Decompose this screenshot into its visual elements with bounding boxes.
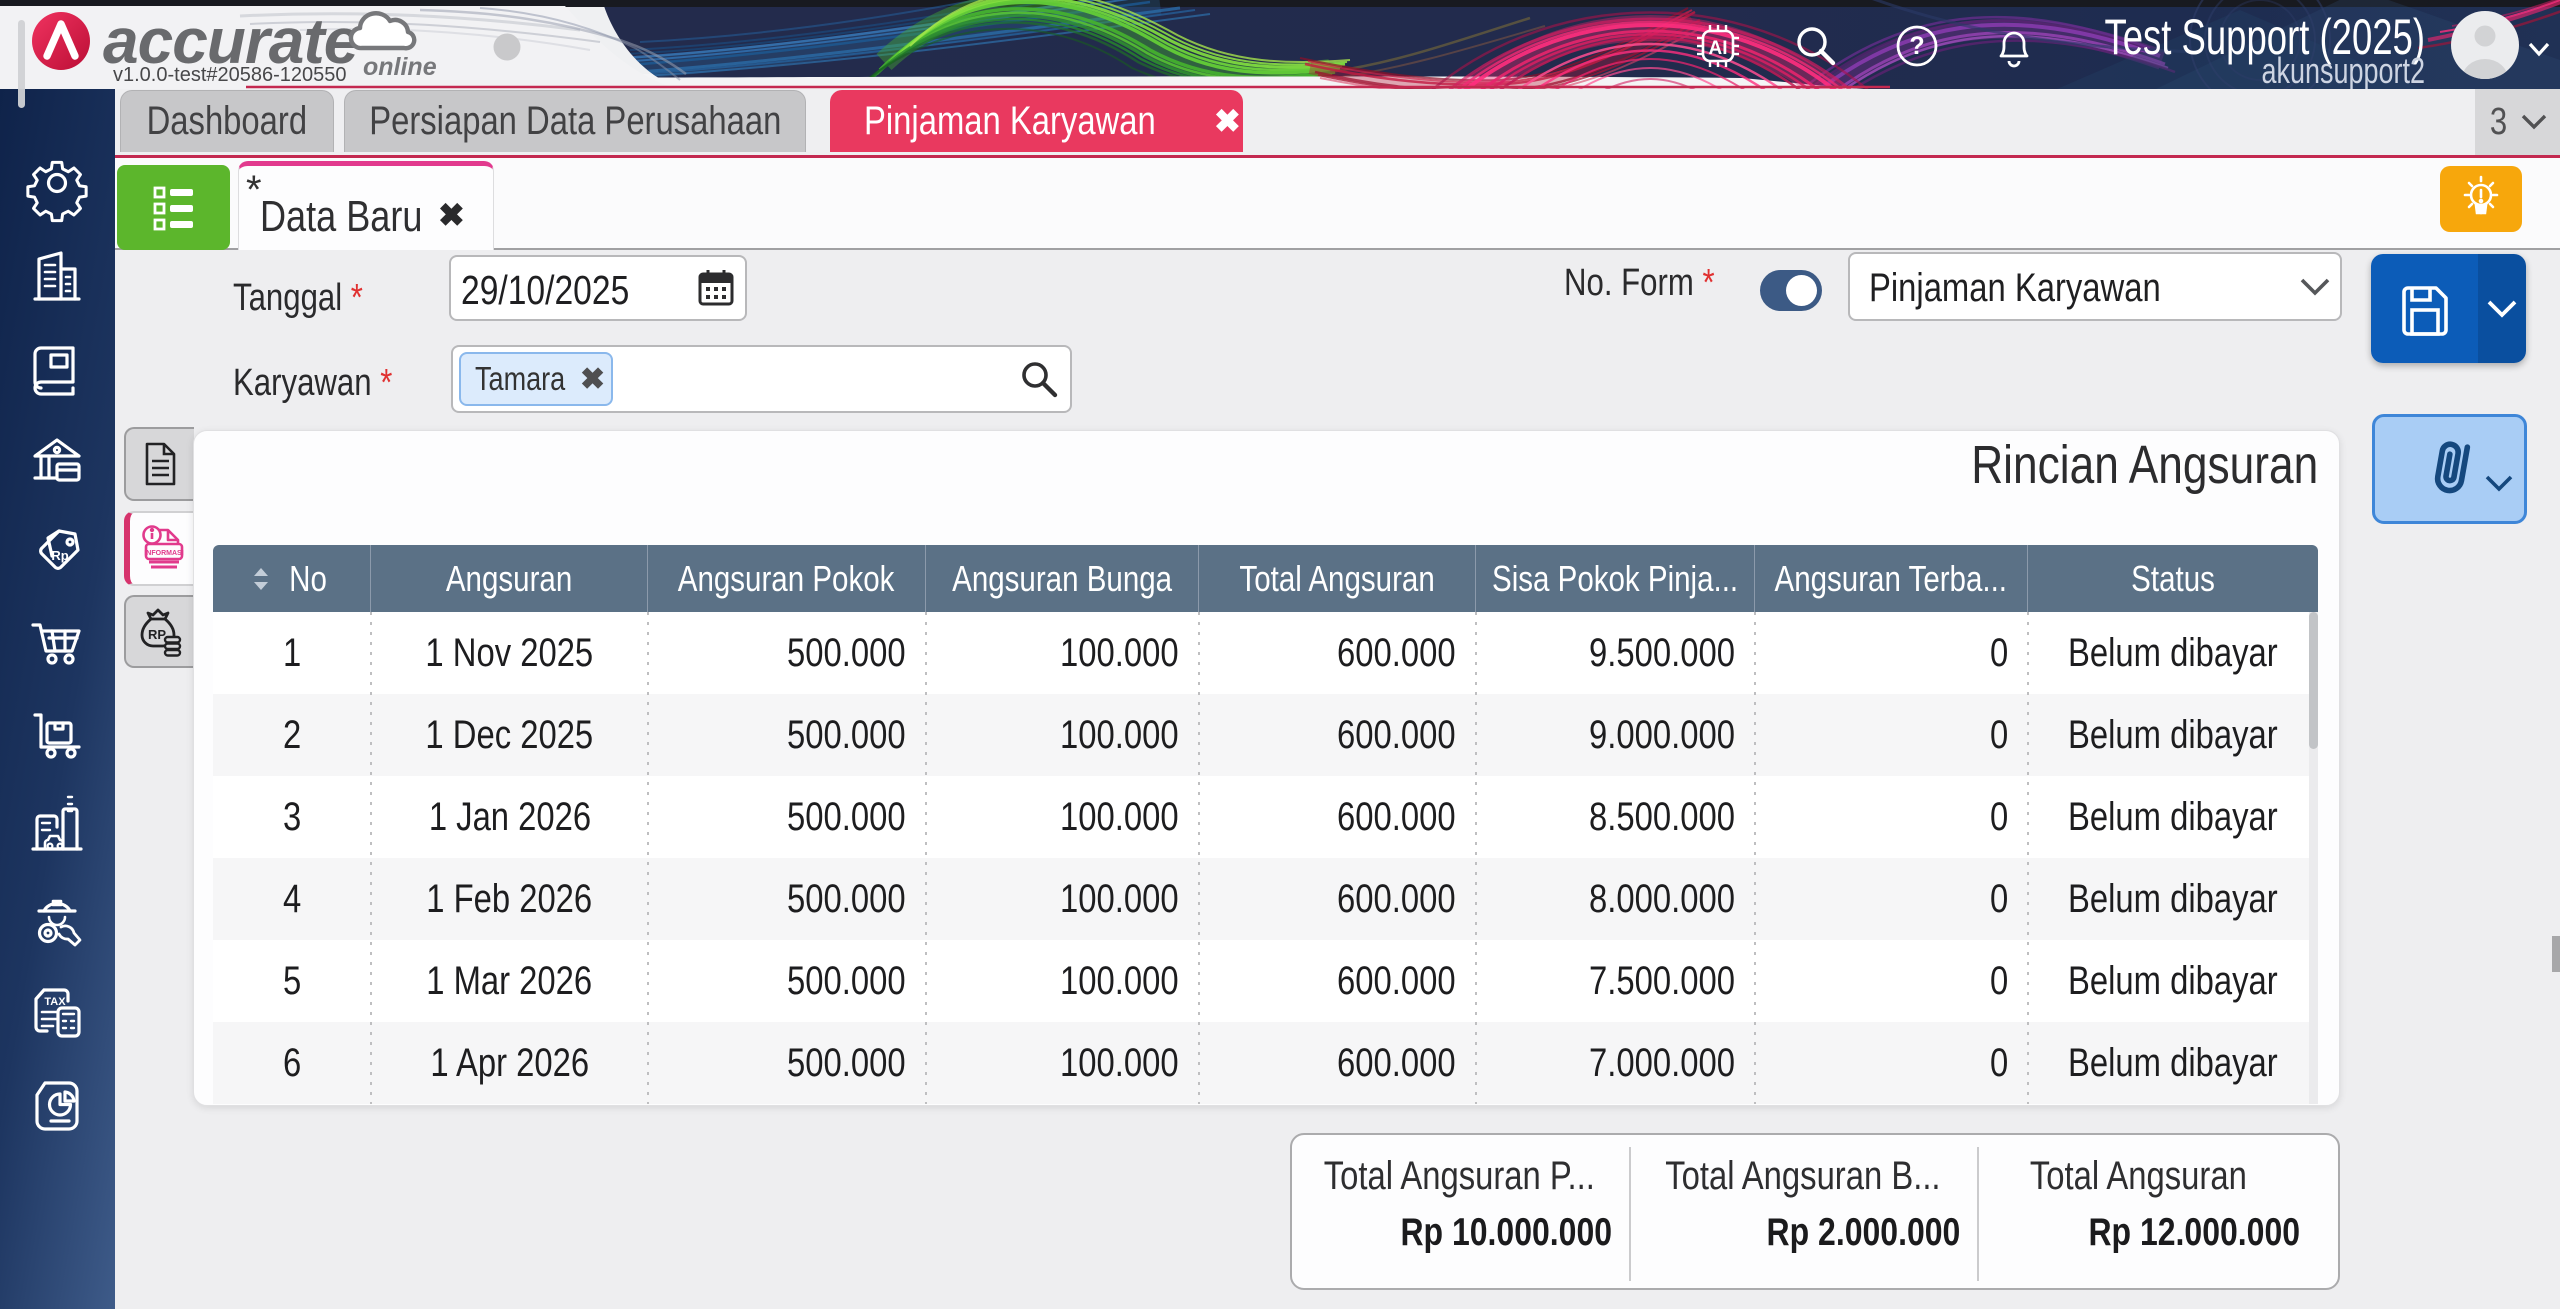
svg-text:TAX: TAX: [44, 996, 66, 1008]
svg-text:online: online: [363, 53, 437, 81]
svg-text:Rp: Rp: [51, 548, 68, 563]
svg-text:RP: RP: [148, 627, 166, 642]
svg-text:INFORMASI: INFORMASI: [144, 550, 183, 557]
svg-text:v1.0.0-test#20586-120550: v1.0.0-test#20586-120550: [113, 64, 347, 86]
svg-text:akunsupport2: akunsupport2: [2261, 50, 2425, 91]
svg-text:AI: AI: [1709, 38, 1728, 59]
svg-text:?: ?: [1909, 32, 1924, 60]
